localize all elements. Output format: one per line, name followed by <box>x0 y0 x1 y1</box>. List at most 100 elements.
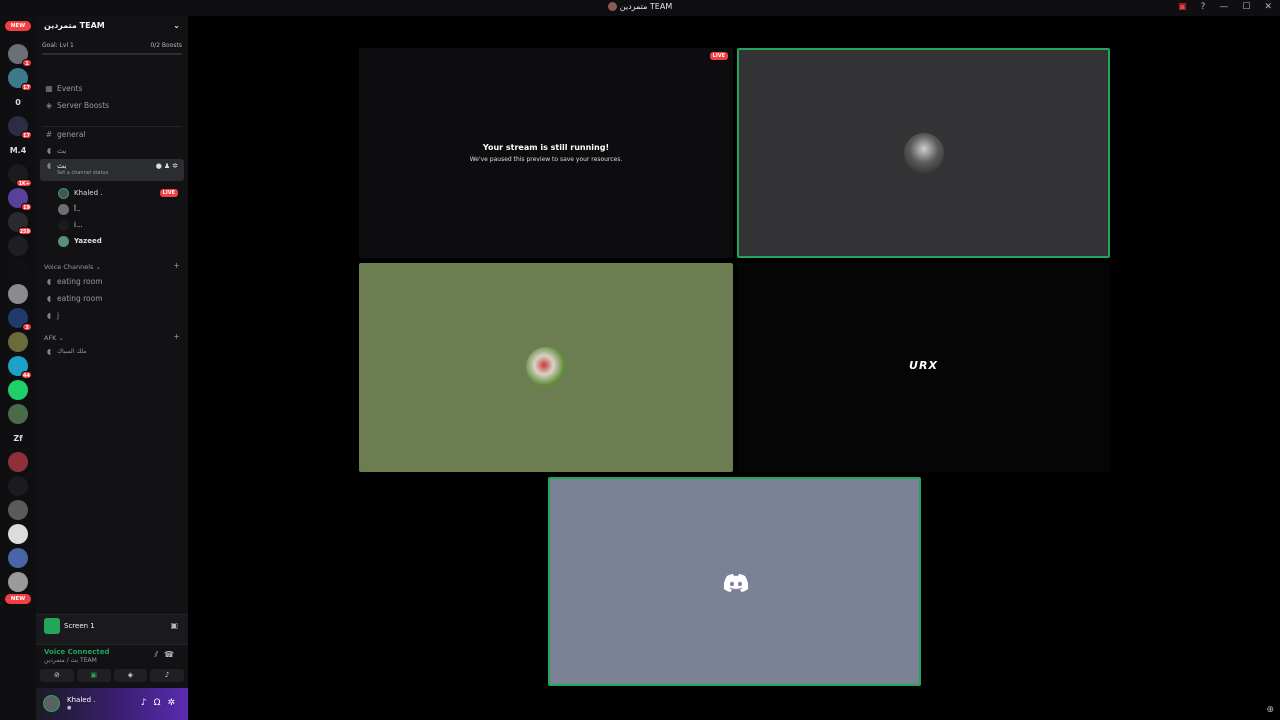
screen-name: Screen 1 <box>64 622 95 630</box>
nav-events[interactable]: ▦ Events <box>40 81 184 95</box>
live-badge: LIVE <box>709 52 728 60</box>
user-controls: ♪Ω✲ <box>141 698 182 708</box>
headphones-icon[interactable]: Ω <box>154 698 168 708</box>
unread-badge: 259 <box>17 227 32 235</box>
microphone-icon[interactable]: ♪ <box>141 698 154 708</box>
window-controls: ▣ ? — ☐ ✕ <box>1178 2 1272 12</box>
category-voice-channels[interactable]: Voice Channels ⌄ <box>44 263 101 271</box>
voice-member[interactable]: Khaled . LIVE <box>58 186 184 200</box>
server-rail: NEW 1 17 0 17 M.4 1K+ 19 259 3 44 Zf NEW <box>0 16 36 720</box>
server-icon[interactable] <box>8 548 28 568</box>
stop-stream-icon[interactable]: ▣ <box>170 621 178 630</box>
disconnect-icon[interactable]: ☎ <box>164 650 180 659</box>
chat-icon[interactable]: ● <box>156 162 164 170</box>
channel-voice-1[interactable]: ◖ بث <box>40 143 184 157</box>
avatar <box>58 187 69 199</box>
channel-voice-active[interactable]: ◖ بث Set a channel status ●♟✲ <box>40 159 184 181</box>
add-member-icon[interactable]: ♟ <box>164 162 172 170</box>
screen-share-button[interactable]: ▣ <box>76 669 111 682</box>
voice-status[interactable]: Voice Connected <box>44 648 110 656</box>
server-icon[interactable]: 19 <box>8 188 32 211</box>
unread-badge: 44 <box>21 371 32 379</box>
gear-icon[interactable]: ✲ <box>172 162 180 170</box>
voice-icons: ⫽☎ <box>154 650 180 660</box>
window-title: متمردين TEAM <box>0 2 1280 11</box>
popout-icon[interactable]: ⊕ <box>1266 705 1274 715</box>
server-icon[interactable]: 1 <box>8 44 32 67</box>
server-icon[interactable] <box>8 500 28 520</box>
chevron-down-icon: ⌄ <box>58 334 64 342</box>
channel-general[interactable]: # general <box>40 127 184 141</box>
server-name: متمردين TEAM <box>44 21 105 30</box>
add-channel-icon[interactable]: + <box>173 332 180 341</box>
channel-eating-room-2[interactable]: ◖ eating room <box>40 291 184 305</box>
server-icon[interactable] <box>8 332 28 352</box>
server-initials: 0 <box>15 97 21 107</box>
unread-badge: 17 <box>21 83 32 91</box>
server-icon[interactable]: 3 <box>8 308 32 331</box>
avatar <box>58 219 69 231</box>
add-channel-icon[interactable]: + <box>173 261 180 270</box>
server-icon[interactable] <box>8 284 28 304</box>
server-icon[interactable] <box>8 236 28 256</box>
maximize-icon[interactable]: ☐ <box>1242 2 1250 12</box>
server-icon[interactable]: 17 <box>8 116 32 139</box>
channel-eating-room[interactable]: ◖ eating room <box>40 274 184 288</box>
voice-member[interactable]: Yazeed <box>58 234 184 248</box>
new-badge-bottom[interactable]: NEW <box>5 594 31 604</box>
participant-tile[interactable] <box>548 477 921 686</box>
camera-button[interactable]: ⊘ <box>40 669 74 682</box>
server-icon[interactable]: 259 <box>8 212 32 235</box>
calendar-icon: ▦ <box>45 83 53 93</box>
participant-tile[interactable] <box>359 263 733 472</box>
unread-badge: 3 <box>22 323 32 331</box>
unread-badge: 1K+ <box>16 179 32 187</box>
activity-button[interactable]: ◈ <box>113 669 148 682</box>
server-icon[interactable] <box>8 380 28 400</box>
voice-member[interactable]: آ.. <box>58 202 184 216</box>
noise-suppression-icon[interactable]: ⫽ <box>154 650 164 659</box>
nav-server-boosts[interactable]: ◈ Server Boosts <box>40 98 184 112</box>
server-icon[interactable] <box>8 404 28 424</box>
server-header[interactable]: متمردين TEAM ⌄ <box>36 16 188 40</box>
inbox-icon[interactable]: ▣ <box>1178 2 1187 12</box>
chevron-down-icon: ⌄ <box>95 263 101 271</box>
server-icon[interactable] <box>8 524 28 544</box>
new-badge[interactable]: NEW <box>5 21 31 31</box>
server-icon[interactable]: M.4 <box>8 140 28 160</box>
channel-sidebar: متمردين TEAM ⌄ Goal: Lvl 1 0/2 Boosts ▦ E… <box>36 16 188 720</box>
boost-progress-bar <box>42 53 182 55</box>
soundboard-button[interactable]: ♪ <box>150 669 184 682</box>
server-icon[interactable]: 44 <box>8 356 32 379</box>
server-icon[interactable]: 0 <box>8 92 28 112</box>
stream-tile[interactable]: LIVE Your stream is still running! We've… <box>359 48 733 258</box>
avatar[interactable] <box>43 695 60 712</box>
avatar <box>526 347 566 387</box>
boost-goal[interactable]: Goal: Lvl 1 0/2 Boosts <box>36 40 188 49</box>
live-badge: LIVE <box>159 189 178 197</box>
minimize-icon[interactable]: — <box>1219 2 1228 12</box>
server-icon[interactable] <box>8 260 28 280</box>
channel-afk[interactable]: ◖ ملك السباك <box>40 344 184 358</box>
category-afk[interactable]: AFK ⌄ <box>44 334 64 342</box>
server-icon[interactable] <box>8 476 28 496</box>
participant-tile[interactable] <box>737 48 1110 258</box>
participant-tile[interactable]: URX <box>737 263 1110 472</box>
help-icon[interactable]: ? <box>1201 2 1206 12</box>
channel-j[interactable]: ◖ j <box>40 308 184 322</box>
user-panel: Khaled . ● ♪Ω✲ <box>36 688 188 720</box>
server-icon[interactable]: Zf <box>8 428 28 448</box>
server-icon[interactable] <box>8 572 28 592</box>
server-icon[interactable]: 1K+ <box>8 164 32 187</box>
voice-member[interactable]: i... <box>58 218 184 232</box>
user-name[interactable]: Khaled . <box>67 696 95 704</box>
close-icon[interactable]: ✕ <box>1264 2 1272 12</box>
server-icon[interactable]: 17 <box>8 68 32 91</box>
boost-count: 0/2 Boosts <box>150 42 182 49</box>
channel-status[interactable]: Set a channel status <box>57 170 108 176</box>
screen-icon <box>44 618 60 634</box>
voice-channel-path[interactable]: بث / متمردين TEAM <box>44 657 97 664</box>
server-icon[interactable] <box>8 452 28 472</box>
gear-icon[interactable]: ✲ <box>167 698 182 708</box>
server-avatar-icon <box>607 2 617 11</box>
